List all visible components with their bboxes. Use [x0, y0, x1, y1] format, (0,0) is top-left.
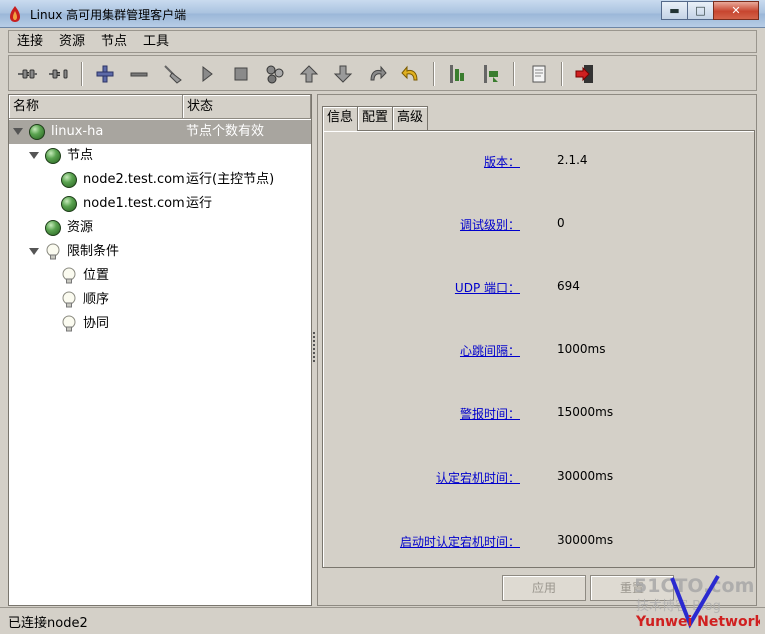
exit-icon[interactable] — [573, 62, 597, 86]
tree-label: 协同 — [83, 316, 110, 331]
watermark: 51CTO.com 技术博客 Blog Yunwei Network — [632, 572, 765, 630]
tree-label: 顺序 — [83, 292, 110, 307]
watermark-line1: 51CTO.com — [634, 575, 754, 597]
green-ball-icon — [61, 196, 77, 212]
info-tab-content: 版本： 2.1.4 调试级别： 0 UDP 端口： 694 心跳间隔： 1000… — [322, 130, 755, 568]
active-icon[interactable] — [479, 62, 503, 86]
udp-port-value: 694 — [557, 279, 580, 293]
lightbulb-icon — [62, 291, 76, 308]
tree-label: node2.test.com — [83, 172, 185, 187]
version-value: 2.1.4 — [557, 153, 588, 167]
tree-status: 运行 — [186, 196, 213, 211]
tab-advanced[interactable]: 高级 — [392, 106, 429, 130]
detail-panel: 信息 配置 高级 版本： 2.1.4 调试级别： 0 UDP 端口： 694 心… — [317, 94, 757, 606]
tree-row-nodes[interactable]: 节点 — [9, 144, 311, 168]
move-down-icon[interactable] — [331, 62, 355, 86]
maximize-button[interactable]: □ — [687, 1, 714, 20]
column-header-name[interactable]: 名称 — [9, 95, 183, 119]
column-header-status[interactable]: 状态 — [183, 95, 311, 119]
window-title: Linux 高可用集群管理客户端 — [30, 8, 187, 22]
heartbeat-interval-value: 1000ms — [557, 342, 606, 356]
green-ball-icon — [61, 172, 77, 188]
lightbulb-icon — [62, 267, 76, 284]
connect-icon[interactable] — [15, 62, 39, 86]
tree-label: linux-ha — [51, 124, 104, 139]
warn-time-value: 15000ms — [557, 405, 614, 419]
remove-icon[interactable] — [127, 62, 151, 86]
cleanup-icon[interactable] — [161, 62, 185, 86]
cluster-tree-panel[interactable]: 名称 状态 linux-ha 节点个数有效 节点 node2.test.com … — [8, 94, 312, 606]
expand-arrow-icon[interactable] — [13, 128, 23, 135]
watermark-line3: Yunwei Network — [635, 614, 760, 630]
dead-time-value: 30000ms — [557, 469, 614, 483]
title-bar[interactable]: Linux 高可用集群管理客户端 ▬ □ ✕ — [0, 0, 765, 28]
tab-strip: 信息 配置 高级 — [322, 106, 429, 131]
watermark-logo: 51CTO.com 技术博客 Blog Yunwei Network — [634, 574, 765, 630]
move-up-icon[interactable] — [297, 62, 321, 86]
apply-button[interactable]: 应用 — [502, 575, 586, 601]
tree-row-location[interactable]: 位置 — [9, 264, 311, 288]
tree-row-resources[interactable]: 资源 — [9, 216, 311, 240]
version-label[interactable]: 版本： — [484, 153, 520, 170]
add-icon[interactable] — [93, 62, 117, 86]
expand-arrow-icon[interactable] — [29, 248, 39, 255]
init-dead-time-value: 30000ms — [557, 533, 614, 547]
expand-arrow-icon[interactable] — [29, 152, 39, 159]
green-ball-icon — [29, 124, 45, 140]
debug-level-label[interactable]: 调试级别： — [460, 216, 520, 233]
tree-status: 节点个数有效 — [186, 124, 265, 139]
tree-row-linux-ha[interactable]: linux-ha 节点个数有效 — [9, 120, 311, 144]
tab-info[interactable]: 信息 — [322, 106, 359, 131]
start-icon[interactable] — [195, 62, 219, 86]
redo-icon[interactable] — [365, 62, 389, 86]
tab-config[interactable]: 配置 — [357, 106, 394, 130]
disconnect-icon[interactable] — [47, 62, 71, 86]
pane-splitter[interactable] — [312, 330, 316, 370]
standby-icon[interactable] — [445, 62, 469, 86]
warn-time-label[interactable]: 警报时间： — [460, 405, 520, 422]
menu-node[interactable]: 节点 — [93, 31, 135, 52]
tree-row-order[interactable]: 顺序 — [9, 288, 311, 312]
tree-status: 运行(主控节点) — [186, 172, 275, 187]
connection-status: 已连接node2 — [8, 616, 88, 631]
tree-label: 位置 — [83, 268, 110, 283]
migrate-icon[interactable] — [263, 62, 287, 86]
close-button[interactable]: ✕ — [713, 1, 759, 20]
tree-row-colocation[interactable]: 协同 — [9, 312, 311, 336]
menu-tools[interactable]: 工具 — [135, 31, 177, 52]
green-ball-icon — [45, 220, 61, 236]
watermark-line2: 技术博客 Blog — [636, 598, 721, 614]
stop-icon[interactable] — [229, 62, 253, 86]
green-ball-icon — [45, 148, 61, 164]
toolbar — [8, 55, 757, 91]
udp-port-label[interactable]: UDP 端口： — [455, 279, 520, 296]
minimize-button[interactable]: ▬ — [661, 1, 688, 20]
tree-label: node1.test.com — [83, 196, 185, 211]
tree-label: 限制条件 — [67, 244, 120, 259]
lightbulb-icon — [46, 243, 60, 260]
debug-level-value: 0 — [557, 216, 565, 230]
tree-label: 节点 — [67, 148, 94, 163]
heartbeat-interval-label[interactable]: 心跳间隔： — [460, 342, 520, 359]
lightbulb-icon — [62, 315, 76, 332]
menu-resource[interactable]: 资源 — [51, 31, 93, 52]
tree-label: 资源 — [67, 220, 94, 235]
tree-row-node2[interactable]: node2.test.com 运行(主控节点) — [9, 168, 311, 192]
init-dead-time-label[interactable]: 启动时认定宕机时间： — [400, 533, 520, 550]
view-log-icon[interactable] — [527, 62, 551, 86]
heartbeat-app-icon — [10, 6, 20, 22]
undo-icon[interactable] — [399, 62, 423, 86]
dead-time-label[interactable]: 认定宕机时间： — [436, 469, 520, 486]
tree-row-node1[interactable]: node1.test.com 运行 — [9, 192, 311, 216]
tree-row-constraints[interactable]: 限制条件 — [9, 240, 311, 264]
menu-bar: 连接 资源 节点 工具 — [8, 30, 757, 53]
menu-connect[interactable]: 连接 — [9, 31, 51, 52]
